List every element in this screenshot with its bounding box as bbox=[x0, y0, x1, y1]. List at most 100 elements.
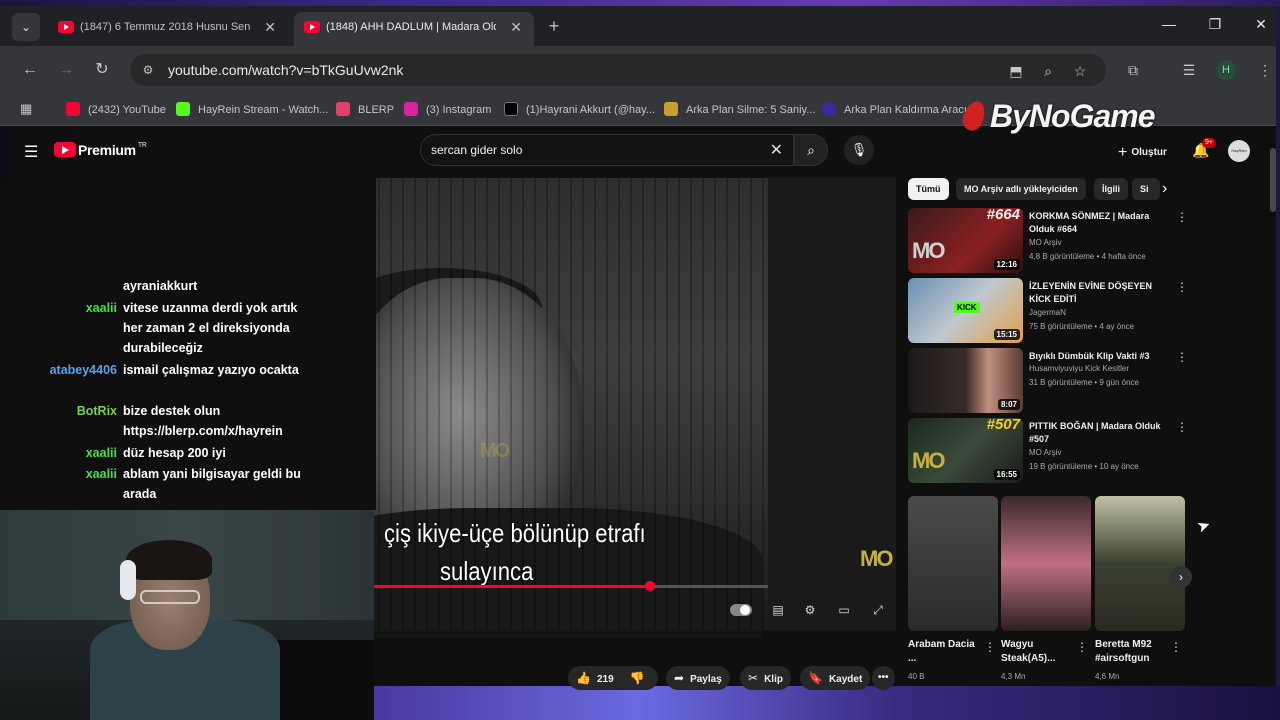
bookmark-star-icon[interactable]: ☆ bbox=[1070, 61, 1090, 81]
bg-remove-icon bbox=[664, 102, 678, 116]
chevron-right-icon[interactable]: › bbox=[1162, 180, 1167, 198]
restore-button[interactable]: ❐ bbox=[1200, 16, 1230, 33]
close-window-button[interactable]: ✕ bbox=[1246, 16, 1276, 33]
short-title[interactable]: Wagyu Steak(A5)... bbox=[1001, 638, 1075, 666]
kebab-menu-icon[interactable]: ⋮ bbox=[1176, 280, 1188, 294]
bookmark-blerp[interactable]: BLERP bbox=[336, 102, 394, 116]
kebab-menu-icon[interactable]: ⋮ bbox=[1170, 640, 1182, 654]
back-arrow-icon[interactable]: ← bbox=[18, 58, 42, 82]
bookmark-bg-remove-1[interactable]: Arka Plan Silme: 5 Saniy... bbox=[664, 102, 815, 116]
chip-more[interactable]: Si bbox=[1132, 178, 1160, 200]
media-queue-icon[interactable]: ☰ bbox=[1178, 59, 1200, 81]
address-bar[interactable]: ⚙ youtube.com/watch?v=bTkGuUvw2nk ⬒ ⌕ ☆ bbox=[130, 54, 1106, 86]
browser-tab-2-active[interactable]: (1848) AHH DADLUM | Madara Olduk #5... ✕ bbox=[294, 12, 534, 46]
related-video[interactable]: MO #664 12:16 KORKMA SÖNMEZ | Madara Old… bbox=[908, 208, 1190, 274]
thumbs-up-icon[interactable]: 👍 bbox=[576, 671, 591, 685]
webcam-overlay bbox=[0, 510, 374, 720]
chip-all[interactable]: Tümü bbox=[908, 178, 949, 200]
thumb-episode-badge: #664 bbox=[986, 208, 1020, 223]
short-thumbnail[interactable] bbox=[1095, 496, 1185, 631]
like-dislike-group[interactable]: 👍 219 👎 bbox=[568, 666, 658, 690]
apps-grid-icon[interactable]: ▦ bbox=[20, 102, 34, 116]
video-duration: 8:07 bbox=[997, 399, 1020, 410]
bookmark-tiktok[interactable]: (1)Hayrani Akkurt (@hay... bbox=[504, 102, 655, 116]
chat-username: xaalii bbox=[85, 446, 117, 460]
hamburger-menu-icon[interactable]: ☰ bbox=[24, 142, 38, 162]
install-app-icon[interactable]: ⬒ bbox=[1006, 61, 1026, 81]
related-video[interactable]: MO #507 16:55 PITTIK BOĞAN | Madara Oldu… bbox=[908, 418, 1190, 484]
kebab-menu-icon[interactable]: ⋮ bbox=[1076, 640, 1088, 654]
channel-name[interactable]: MO Arşiv bbox=[1029, 448, 1061, 457]
bookmark-kick[interactable]: HayRein Stream - Watch... bbox=[176, 102, 328, 116]
channel-name[interactable]: Husamviyuviyu Kick Kesitler bbox=[1029, 364, 1129, 373]
extensions-puzzle-icon[interactable]: ⧉ bbox=[1122, 59, 1144, 81]
tab-close-icon[interactable]: ✕ bbox=[264, 12, 276, 42]
voice-search-button[interactable]: 🎙 bbox=[844, 135, 874, 165]
video-title: PITTIK BOĞAN | Madara Olduk #507 bbox=[1029, 421, 1161, 444]
browser-tab-1[interactable]: (1847) 6 Temmuz 2018 Husnu Senlendirici.… bbox=[48, 12, 288, 46]
channel-name[interactable]: JagermaN bbox=[1029, 308, 1066, 317]
kebab-menu-icon[interactable]: ⋮ bbox=[1176, 350, 1188, 364]
youtube-icon bbox=[66, 102, 80, 116]
search-button[interactable]: ⌕ bbox=[794, 134, 828, 166]
glasses-icon bbox=[140, 590, 200, 604]
thumbs-down-icon[interactable]: 👎 bbox=[630, 671, 645, 685]
short-thumbnail[interactable] bbox=[908, 496, 998, 631]
video-thumbnail[interactable]: MO #507 16:55 bbox=[908, 418, 1023, 483]
account-avatar[interactable]: HayRein bbox=[1228, 140, 1250, 162]
chip-related[interactable]: İlgili bbox=[1094, 178, 1128, 200]
video-progress-bar[interactable] bbox=[374, 581, 768, 591]
related-video[interactable]: 8:07 Bıyıklı Dümbük Klip Vakti #3 Husamv… bbox=[908, 348, 1190, 414]
site-info-icon[interactable]: ⚙ bbox=[140, 62, 156, 78]
youtube-favicon-icon bbox=[58, 21, 74, 33]
subtitles-icon[interactable]: ▤ bbox=[768, 600, 788, 620]
related-video[interactable]: KICK 15:15 İZLEYENİN EVİNE DÖŞEYEN KİCK … bbox=[908, 278, 1190, 344]
kebab-menu-icon[interactable]: ⋮ bbox=[984, 640, 996, 654]
kebab-menu-icon[interactable]: ⋮ bbox=[1176, 210, 1188, 224]
short-title[interactable]: Beretta M92 #airsoftgun bbox=[1095, 638, 1165, 666]
short-thumbnail[interactable] bbox=[1001, 496, 1091, 631]
autoplay-toggle[interactable] bbox=[730, 604, 752, 616]
youtube-play-icon bbox=[54, 142, 76, 157]
progress-scrubber[interactable] bbox=[644, 581, 655, 591]
bookmark-bg-remove-2[interactable]: Arka Plan Kaldırma Aracı... bbox=[822, 102, 976, 116]
bookmark-instagram[interactable]: (3) Instagram bbox=[404, 102, 491, 116]
reload-icon[interactable]: ↻ bbox=[90, 58, 114, 82]
channel-name[interactable]: MO Arşiv bbox=[1029, 238, 1061, 247]
fullscreen-icon[interactable]: ⤢ bbox=[868, 600, 888, 620]
zoom-icon[interactable]: ⌕ bbox=[1038, 61, 1058, 81]
short-title[interactable]: Arabam Dacia ... bbox=[908, 638, 982, 666]
more-actions-button[interactable]: ••• bbox=[872, 666, 895, 690]
profile-avatar[interactable]: H bbox=[1216, 60, 1236, 80]
clip-button[interactable]: ✂ Klip bbox=[740, 666, 791, 690]
page-scrollbar[interactable] bbox=[1270, 148, 1276, 212]
chip-from-uploader[interactable]: MO Arşiv adlı yükleyiciden bbox=[956, 178, 1086, 200]
settings-gear-icon[interactable]: ⚙ bbox=[800, 600, 820, 620]
clear-search-icon[interactable]: ✕ bbox=[770, 140, 783, 160]
video-thumbnail[interactable]: 8:07 bbox=[908, 348, 1023, 413]
notifications-button[interactable]: 🔔 9+ bbox=[1192, 138, 1216, 159]
share-button[interactable]: ➦ Paylaş bbox=[666, 666, 730, 690]
tab-search-dropdown[interactable]: ⌄ bbox=[12, 13, 40, 41]
minimize-button[interactable]: — bbox=[1154, 16, 1184, 32]
video-meta: 19 B görüntüleme • 10 ay önce bbox=[1029, 462, 1139, 471]
youtube-search-input[interactable]: sercan gider solo ✕ bbox=[420, 134, 794, 166]
browser-toolbar: ← → ↻ ⚙ youtube.com/watch?v=bTkGuUvw2nk … bbox=[0, 46, 1276, 94]
shorts-next-icon[interactable]: › bbox=[1170, 566, 1192, 588]
menu-kebab-icon[interactable]: ⋮ bbox=[1254, 59, 1276, 81]
video-thumbnail[interactable]: MO #664 12:16 bbox=[908, 208, 1023, 273]
create-button[interactable]: + Oluştur bbox=[1118, 144, 1167, 162]
save-button[interactable]: 🔖 Kaydet bbox=[800, 666, 871, 690]
bookmark-youtube[interactable]: (2432) YouTube bbox=[66, 102, 166, 116]
url-text[interactable]: youtube.com/watch?v=bTkGuUvw2nk bbox=[168, 62, 403, 78]
theater-mode-icon[interactable]: ▭ bbox=[834, 600, 854, 620]
blerp-icon bbox=[336, 102, 350, 116]
headphones-icon bbox=[120, 560, 136, 600]
tab-close-icon[interactable]: ✕ bbox=[510, 12, 522, 42]
kick-icon bbox=[176, 102, 190, 116]
video-thumbnail[interactable]: KICK 15:15 bbox=[908, 278, 1023, 343]
kebab-menu-icon[interactable]: ⋮ bbox=[1176, 420, 1188, 434]
forward-arrow-icon[interactable]: → bbox=[54, 58, 78, 82]
new-tab-button[interactable]: + bbox=[544, 15, 564, 37]
webcam-streamer-hair bbox=[126, 540, 212, 580]
